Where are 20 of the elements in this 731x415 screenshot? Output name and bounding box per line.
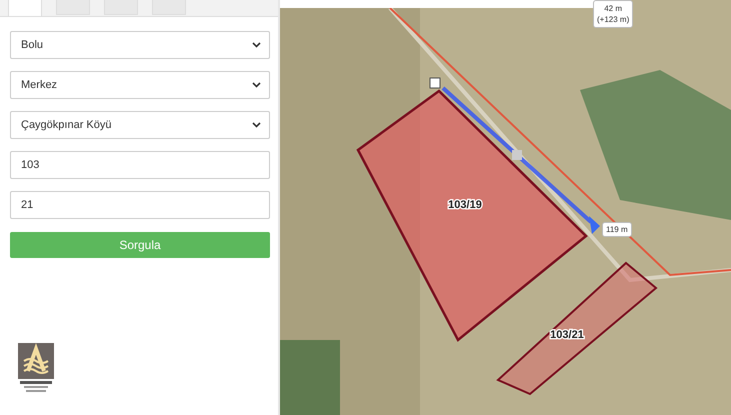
chevron-down-icon [252,42,261,48]
distance-text: 42 m [604,3,622,14]
parcel-polygon[interactable] [496,262,658,396]
parcel-label: 103/21 [550,329,584,341]
distance-delta-text: (+123 m) [597,14,630,25]
vertex-handle[interactable] [430,78,440,88]
input-field[interactable]: 21 [10,191,270,219]
dropdown-field[interactable]: Merkez [10,71,270,99]
midpoint-handle[interactable] [512,150,522,160]
tab[interactable] [8,0,42,17]
logo-icon [16,341,56,393]
parcel-label: 103/19 [448,199,482,211]
dropdown-field[interactable]: Çaygökpınar Köyü [10,111,270,139]
parcel-polygon[interactable] [356,89,588,342]
chevron-down-icon [252,122,261,128]
satellite-map[interactable]: 103/19 103/21 42 m (+123 m) 119 m [280,0,731,415]
input-field[interactable]: 103 [10,151,270,179]
dropdown-field[interactable]: Bolu [10,31,270,59]
chevron-down-icon [252,82,261,88]
measure-tooltip: 119 m [602,222,632,237]
